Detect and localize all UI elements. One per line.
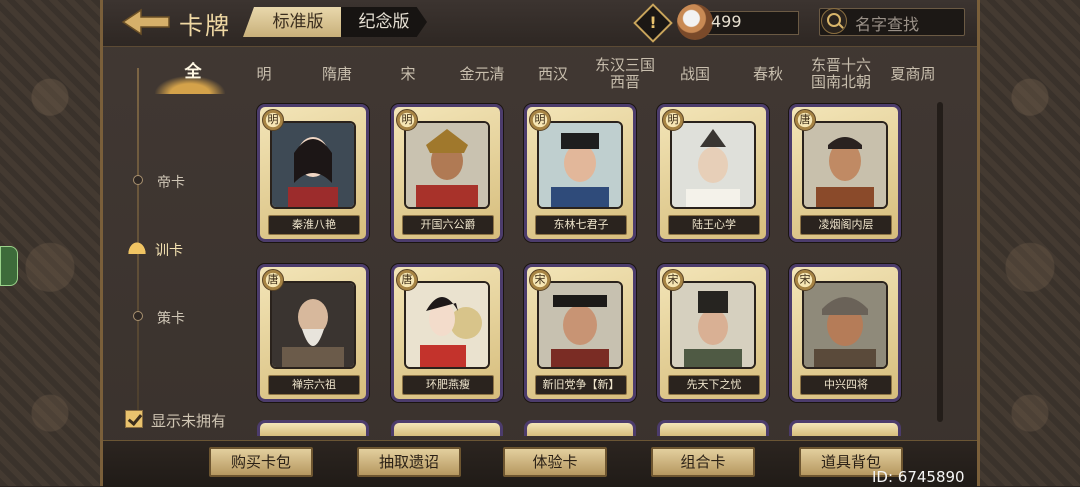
card-name: 中兴四将 <box>800 375 892 395</box>
card-item[interactable]: 宋 中兴四将 <box>789 264 901 402</box>
portrait-image <box>537 281 623 369</box>
dynasty-badge: 宋 <box>662 269 684 291</box>
right-ornament-panel <box>980 0 1080 486</box>
filter-xihan[interactable]: 西汉 <box>531 66 575 83</box>
side-floating-widget[interactable] <box>0 246 18 286</box>
category-dot <box>133 175 143 185</box>
filter-ming[interactable]: 明 <box>249 66 279 83</box>
scrollbar[interactable] <box>937 102 943 422</box>
card-item-partial[interactable] <box>257 420 369 436</box>
player-id: ID: 6745890 <box>872 468 965 486</box>
page-title: 卡牌 <box>179 12 231 40</box>
bottom-action-bar: 购买卡包 抽取遗诏 体验卡 组合卡 道具背包 <box>103 440 977 487</box>
category-training[interactable]: 训卡 <box>155 240 183 260</box>
dynasty-filter-row: 全 明 隋唐 宋 金元清 西汉 东汉三国 西晋 战国 春秋 东晋十六 国南北朝 … <box>103 52 977 98</box>
portrait-image <box>670 121 756 209</box>
search-icon[interactable] <box>821 8 847 34</box>
card-item-partial[interactable] <box>657 420 769 436</box>
card-item[interactable]: 明 陆王心学 <box>657 104 769 242</box>
card-item-partial[interactable] <box>391 420 503 436</box>
card-item[interactable]: 明 东林七君子 <box>524 104 636 242</box>
filter-song[interactable]: 宋 <box>393 66 423 83</box>
filter-jinyuanqing[interactable]: 金元清 <box>447 66 517 83</box>
portrait-image <box>404 121 490 209</box>
card-name: 秦淮八艳 <box>268 215 360 235</box>
left-ornament-panel <box>0 0 100 486</box>
card-collection-panel: 卡牌 标准版 纪念版 ! 499 名字查找 全 明 隋唐 宋 金元清 西汉 东汉… <box>100 0 980 487</box>
category-dot <box>133 311 143 321</box>
filter-suitang[interactable]: 隋唐 <box>311 66 363 83</box>
dynasty-badge: 明 <box>529 109 551 131</box>
card-item[interactable]: 明 秦淮八艳 <box>257 104 369 242</box>
filter-chunqiu[interactable]: 春秋 <box>743 66 793 83</box>
card-item[interactable]: 宋 先天下之忧 <box>657 264 769 402</box>
portrait-image <box>537 121 623 209</box>
dynasty-badge: 唐 <box>396 269 418 291</box>
back-arrow-icon[interactable] <box>121 8 171 36</box>
card-item[interactable]: 唐 凌烟阁内层 <box>789 104 901 242</box>
card-item[interactable]: 明 开国六公爵 <box>391 104 503 242</box>
card-item-partial[interactable] <box>789 420 901 436</box>
trial-card-button[interactable]: 体验卡 <box>503 447 607 477</box>
dynasty-badge: 明 <box>662 109 684 131</box>
feather-currency-icon <box>677 4 713 40</box>
portrait-image <box>670 281 756 369</box>
card-name: 陆王心学 <box>668 215 760 235</box>
draw-edict-button[interactable]: 抽取遗诏 <box>357 447 461 477</box>
filter-all[interactable]: 全 <box>175 64 211 81</box>
card-item-partial[interactable] <box>524 420 636 436</box>
warning-icon[interactable]: ! <box>633 3 673 43</box>
card-name: 环肥燕瘦 <box>402 375 494 395</box>
currency-value: 499 <box>711 12 742 31</box>
card-item[interactable]: 唐 环肥燕瘦 <box>391 264 503 402</box>
dynasty-badge: 宋 <box>794 269 816 291</box>
portrait-image <box>270 281 356 369</box>
card-item[interactable]: 宋 新旧党争【新】 <box>524 264 636 402</box>
card-name: 开国六公爵 <box>402 215 494 235</box>
card-name: 新旧党争【新】 <box>535 375 627 395</box>
dynasty-badge: 唐 <box>262 269 284 291</box>
card-name: 禅宗六祖 <box>268 375 360 395</box>
category-strategy[interactable]: 策卡 <box>157 308 185 328</box>
filter-zhanguo[interactable]: 战国 <box>673 66 717 83</box>
card-name: 凌烟阁内层 <box>800 215 892 235</box>
combo-card-button[interactable]: 组合卡 <box>651 447 755 477</box>
tab-standard-edition[interactable]: 标准版 <box>243 7 353 37</box>
tab-commemorative-edition[interactable]: 纪念版 <box>341 7 427 37</box>
dynasty-badge: 明 <box>262 109 284 131</box>
buy-card-pack-button[interactable]: 购买卡包 <box>209 447 313 477</box>
filter-donghan-sanguo-xijin[interactable]: 东汉三国 西晋 <box>587 57 663 91</box>
show-unowned-label: 显示未拥有 <box>151 412 227 430</box>
card-name: 先天下之忧 <box>668 375 760 395</box>
card-name: 东林七君子 <box>535 215 627 235</box>
top-bar: 卡牌 标准版 纪念版 ! 499 名字查找 <box>103 0 977 47</box>
dynasty-badge: 宋 <box>529 269 551 291</box>
dynasty-badge: 明 <box>396 109 418 131</box>
card-item[interactable]: 唐 禅宗六祖 <box>257 264 369 402</box>
checkbox[interactable] <box>125 410 143 428</box>
portrait-image <box>404 281 490 369</box>
category-emperor[interactable]: 帝卡 <box>157 172 185 192</box>
portrait-image <box>802 281 888 369</box>
lotus-marker-icon <box>125 238 149 254</box>
dynasty-badge: 唐 <box>794 109 816 131</box>
filter-xiashangzhou[interactable]: 夏商周 <box>883 66 943 83</box>
portrait-image <box>802 121 888 209</box>
search-placeholder[interactable]: 名字查找 <box>855 11 919 35</box>
portrait-image <box>270 121 356 209</box>
filter-dongjin-nanbeichao[interactable]: 东晋十六 国南北朝 <box>803 57 879 91</box>
